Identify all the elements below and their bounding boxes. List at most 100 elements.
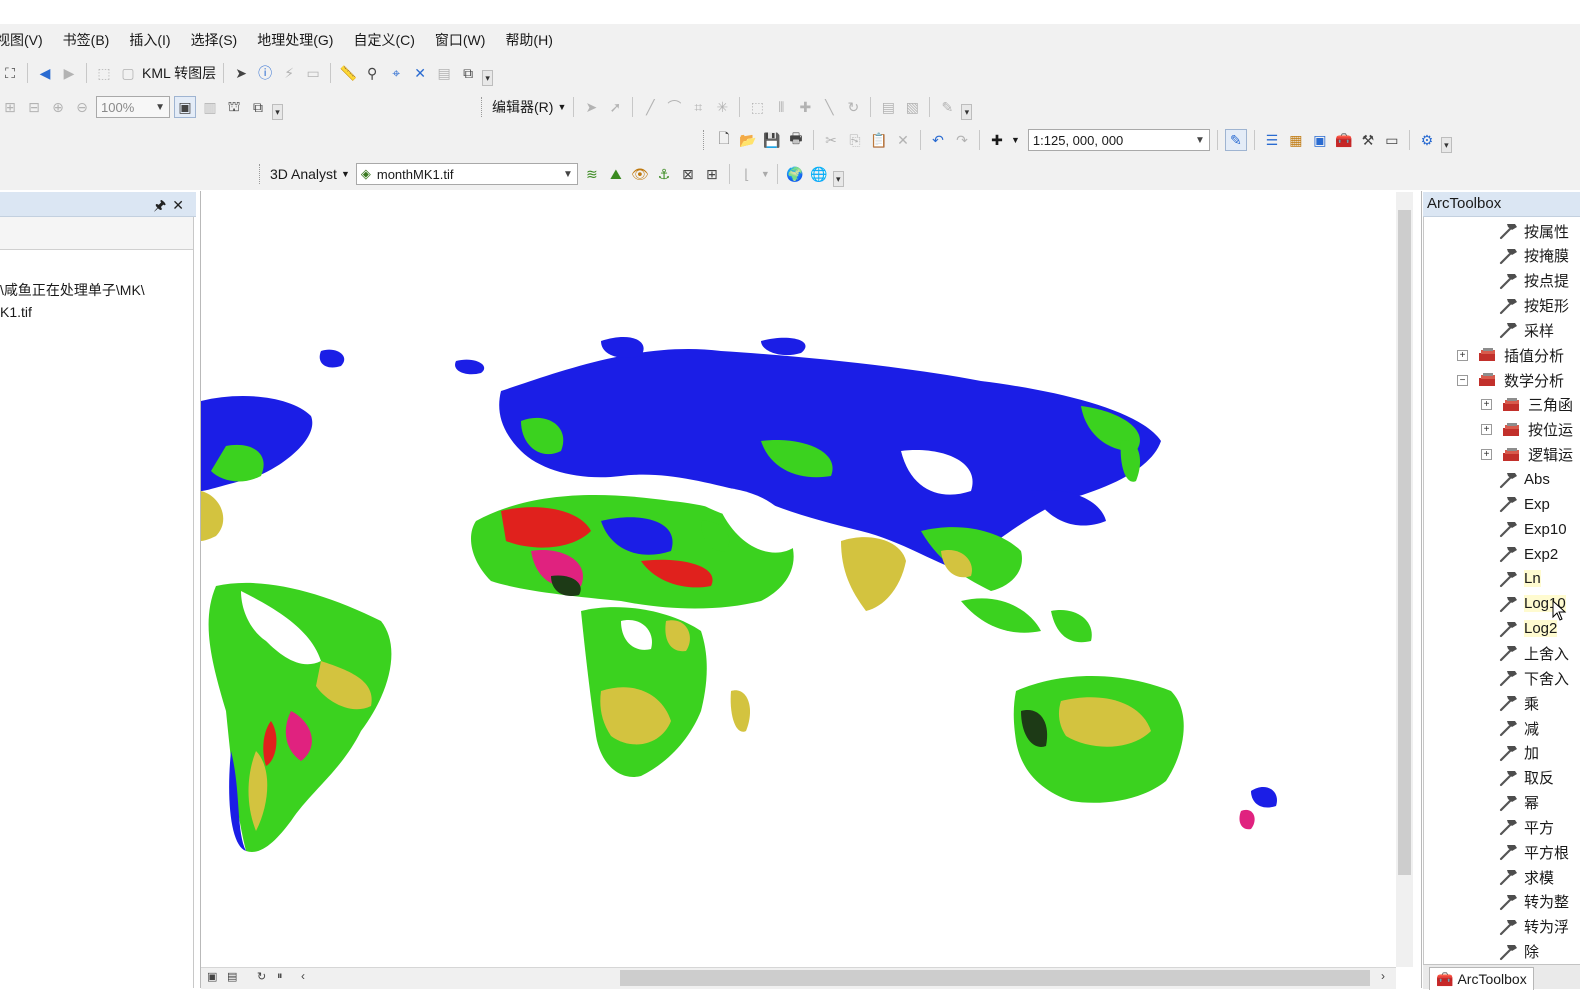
python-window-icon[interactable]: ⚒ (1358, 130, 1378, 150)
map-horizontal-scroll-thumb[interactable] (620, 970, 1370, 986)
pin-icon[interactable]: 🖈 (153, 197, 172, 213)
attributes-icon[interactable]: ▤ (878, 97, 898, 117)
tool-row[interactable]: 平方根 (1498, 840, 1569, 864)
point-profile-icon[interactable]: ⚓ (654, 164, 674, 184)
tool-row[interactable]: 按点提 (1498, 269, 1569, 293)
print-icon[interactable]: 🖶 (786, 130, 806, 150)
focus-data-frame-icon[interactable]: ▥ (200, 97, 220, 117)
tool-row[interactable]: 转为整 (1498, 890, 1569, 914)
create-viewer-icon[interactable]: ⧉ (458, 63, 478, 83)
tool-row[interactable]: 上舍入 (1498, 641, 1569, 665)
3d-overflow-icon[interactable]: ▾ (832, 171, 844, 187)
find-icon[interactable]: ⚲ (362, 63, 382, 83)
reshape-icon[interactable]: ⫴ (771, 97, 791, 117)
menu-selection[interactable]: 选择(S) (181, 28, 248, 52)
create-features-icon[interactable]: ✎ (937, 97, 957, 117)
model-builder-icon[interactable]: ⚙ (1417, 130, 1437, 150)
kml-to-layer-label[interactable]: KML 转图层 (142, 63, 216, 83)
tool-row[interactable]: 平方 (1498, 815, 1554, 839)
tool-row[interactable]: 幂 (1498, 791, 1539, 815)
tool-row[interactable]: 下舍入 (1498, 666, 1569, 690)
refresh-icon[interactable]: ↻ (257, 970, 266, 983)
standard-overflow-icon[interactable]: ▾ (1440, 137, 1452, 153)
new-document-icon[interactable]: 🗋 (714, 130, 734, 150)
tool-row[interactable]: 采样 (1498, 318, 1554, 342)
tab-arctoolbox[interactable]: 🧰 ArcToolbox (1429, 967, 1534, 990)
tool-row[interactable]: Abs (1498, 468, 1550, 492)
pause-drawing-icon[interactable]: ⏸ (277, 970, 283, 983)
toolset-row[interactable]: + 三角函 (1481, 393, 1573, 417)
html-popup-icon[interactable]: ▭ (303, 63, 323, 83)
tool-row[interactable]: 乘 (1498, 691, 1539, 715)
find-route-icon[interactable]: ⌖ (386, 63, 406, 83)
menu-view[interactable]: 视图(V) (0, 28, 53, 52)
paste-icon[interactable]: 📋 (869, 130, 889, 150)
zoom-percent-combo[interactable]: 100% ▼ (96, 96, 170, 118)
menu-insert[interactable]: 插入(I) (119, 28, 180, 52)
tool-row[interactable]: Exp (1498, 492, 1550, 516)
arcscene-icon[interactable]: 🌐 (809, 164, 829, 184)
editor-menu[interactable]: 编辑器(R) (492, 97, 553, 117)
editor-overflow-icon[interactable]: ▾ (961, 104, 973, 120)
expand-icon[interactable]: + (1481, 399, 1492, 411)
undo-icon[interactable]: ↶ (928, 130, 948, 150)
open-icon[interactable]: 📂 (738, 130, 758, 150)
tool-row[interactable]: 取反 (1498, 766, 1554, 790)
measure-icon[interactable]: 📏 (338, 63, 358, 83)
page-zoom-out-icon[interactable]: ⊖ (72, 97, 92, 117)
tool-row[interactable]: 按掩膜 (1498, 244, 1569, 268)
toolset-row[interactable]: + 逻辑运 (1481, 443, 1573, 467)
sketch-properties-icon[interactable]: ▧ (902, 97, 922, 117)
map-vertical-scroll-thumb[interactable] (1398, 210, 1411, 875)
menu-bookmarks[interactable]: 书签(B) (53, 28, 120, 52)
select-elements-icon[interactable]: ➤ (231, 63, 251, 83)
map-scale-combo[interactable]: 1:125, 000, 000 ▼ (1027, 129, 1210, 151)
menu-geoprocessing[interactable]: 地理处理(G) (247, 28, 343, 52)
data-view-icon[interactable]: ▤ (227, 970, 237, 983)
collapse-icon[interactable]: − (1457, 374, 1468, 386)
toolbar-overflow-icon[interactable]: ▾ (482, 70, 494, 86)
cut-icon[interactable]: ✂ (821, 130, 841, 150)
editor-toolbar-icon[interactable]: ✎ (1224, 129, 1247, 151)
add-data-icon[interactable]: ✚ (987, 130, 1007, 150)
point-icon[interactable]: ✳ (712, 97, 732, 117)
toggle-draft-icon[interactable]: ▣ (174, 96, 196, 118)
tool-row[interactable]: 转为浮 (1498, 915, 1569, 939)
tool-row[interactable]: 求模 (1498, 865, 1554, 889)
tool-row[interactable]: Exp2 (1498, 542, 1558, 566)
interpolate-polygon-icon[interactable]: ⊞ (702, 164, 722, 184)
toolset-row[interactable]: + 插值分析 (1457, 343, 1564, 367)
identify-icon[interactable]: ⓘ (255, 63, 275, 83)
zoom-in-fixed-icon[interactable]: ⊞ (0, 97, 20, 117)
clear-selection-icon[interactable]: ▢ (118, 63, 138, 83)
catalog-icon[interactable]: ▦ (1286, 130, 1306, 150)
zoom-out-fixed-icon[interactable]: ⊟ (24, 97, 44, 117)
menu-help[interactable]: 帮助(H) (495, 28, 562, 52)
search-window-icon[interactable]: ▣ (1310, 130, 1330, 150)
hyperlink-icon[interactable]: ⚡ (279, 63, 299, 83)
arctoolbox-icon[interactable]: 🧰 (1334, 130, 1354, 150)
tool-row[interactable]: 加 (1498, 741, 1539, 765)
forward-extent-icon[interactable]: ▶ (59, 63, 79, 83)
go-to-xy-icon[interactable]: ✕ (410, 63, 430, 83)
delete-icon[interactable]: ✕ (893, 130, 913, 150)
full-extent-icon[interactable]: ⛶ (0, 63, 20, 83)
toolset-row[interactable]: + 按位运 (1481, 418, 1573, 442)
steepest-path-icon[interactable]: ⛰ (606, 164, 626, 184)
edit-tool-icon[interactable]: ➤ (581, 97, 601, 117)
interpolate-line-icon[interactable]: ⊠ (678, 164, 698, 184)
cut-polygons-icon[interactable]: ✚ (795, 97, 815, 117)
layout-view-icon[interactable]: ▣ (207, 970, 217, 983)
copy-icon[interactable]: ⎘ (845, 130, 865, 150)
tool-row[interactable]: Exp10 (1498, 517, 1567, 541)
expand-icon[interactable]: + (1481, 449, 1492, 461)
expand-icon[interactable]: + (1457, 349, 1468, 361)
change-layout-icon[interactable]: ⛫ (224, 97, 244, 117)
edit-annotation-icon[interactable]: ➚ (605, 97, 625, 117)
data-driven-pages-icon[interactable]: ⧉ (248, 97, 268, 117)
line-of-sight-icon[interactable]: 👁 (630, 164, 650, 184)
trace-icon[interactable]: ⌗ (688, 97, 708, 117)
layer-combo[interactable]: ◈ monthMK1.tif ▼ (355, 163, 578, 185)
tool-row[interactable]: 减 (1498, 716, 1539, 740)
close-icon[interactable]: ✕ (172, 197, 190, 213)
